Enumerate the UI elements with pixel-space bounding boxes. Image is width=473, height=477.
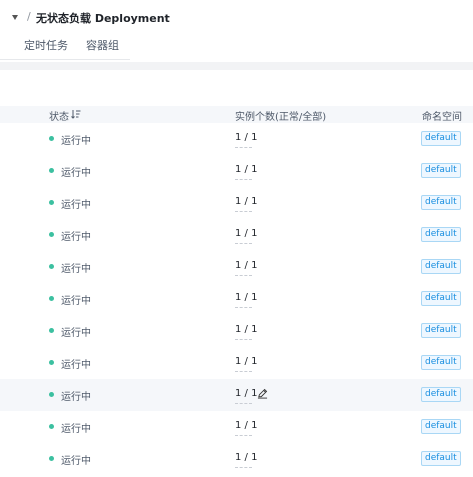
pencil-edit-icon[interactable] [257,388,268,399]
status-text: 运行中 [61,136,91,147]
status-dot [49,360,54,365]
status-dot [49,264,54,269]
status-dot [49,136,54,141]
table-header: 状态 实例个数(正常/全部) 命名空间 [0,106,473,123]
instance-count: 1 / 1 [235,452,258,463]
namespace-tag[interactable]: default [421,227,461,242]
status-text: 运行中 [61,200,91,211]
namespace-tag[interactable]: default [421,419,461,434]
table-row[interactable]: 运行中 1 / 1 default [0,251,473,283]
instance-underline [235,467,252,468]
namespace-tag[interactable]: default [421,291,461,306]
table-row-hovered[interactable]: 运行中 1 / 1 default [0,379,473,411]
page-title: 无状态负载 Deployment [36,12,170,25]
column-header-instances: 实例个数(正常/全部) [235,112,327,123]
instance-count: 1 / 1 [235,388,258,399]
table-row[interactable]: 运行中 1 / 1 default [0,347,473,379]
instance-underline [235,147,252,148]
status-text: 运行中 [61,360,91,371]
instance-count: 1 / 1 [235,324,258,335]
instance-count: 1 / 1 [235,260,258,271]
table-row[interactable]: 运行中 1 / 1 default [0,187,473,219]
status-text: 运行中 [61,296,91,307]
namespace-tag[interactable]: default [421,163,461,178]
status-dot [49,168,54,173]
page-header: / 无状态负载 Deployment 定时任务 容器组 [0,0,473,60]
status-text: 运行中 [61,392,91,403]
namespace-tag[interactable]: default [421,387,461,402]
table-row[interactable]: 运行中 1 / 1 default [0,155,473,187]
table-body: 运行中 1 / 1 default 运行中 1 / 1 default 运行中 … [0,123,473,475]
toolbar-area [0,70,473,106]
namespace-tag[interactable]: default [421,131,461,146]
status-dot [49,296,54,301]
status-dot [49,424,54,429]
instance-count: 1 / 1 [235,164,258,175]
status-text: 运行中 [61,456,91,467]
breadcrumb-separator: / [27,10,31,23]
instance-underline [235,403,252,404]
status-dot [49,200,54,205]
section-separator [0,62,473,70]
sort-icon[interactable] [71,109,81,119]
caret-down-icon[interactable] [12,15,18,20]
table-row[interactable]: 运行中 1 / 1 default [0,315,473,347]
instance-underline [235,307,252,308]
status-text: 运行中 [61,168,91,179]
instance-underline [235,211,252,212]
instance-underline [235,179,252,180]
status-text: 运行中 [61,232,91,243]
instance-underline [235,243,252,244]
status-text: 运行中 [61,424,91,435]
instance-underline [235,435,252,436]
instance-count: 1 / 1 [235,228,258,239]
instance-count: 1 / 1 [235,356,258,367]
instance-count: 1 / 1 [235,196,258,207]
instance-count: 1 / 1 [235,292,258,303]
namespace-tag[interactable]: default [421,451,461,466]
table-row[interactable]: 运行中 1 / 1 default [0,123,473,155]
instance-underline [235,339,252,340]
status-text: 运行中 [61,264,91,275]
status-text: 运行中 [61,328,91,339]
instance-underline [235,371,252,372]
table-row[interactable]: 运行中 1 / 1 default [0,219,473,251]
table-row[interactable]: 运行中 1 / 1 default [0,283,473,315]
status-dot [49,456,54,461]
column-header-namespace: 命名空间 [422,112,462,123]
column-header-status[interactable]: 状态 [49,108,69,123]
instance-count: 1 / 1 [235,420,258,431]
namespace-tag[interactable]: default [421,259,461,274]
tab-cronjob[interactable]: 定时任务 [24,37,68,53]
status-dot [49,392,54,397]
namespace-tag[interactable]: default [421,195,461,210]
namespace-tag[interactable]: default [421,323,461,338]
status-dot [49,328,54,333]
table-row[interactable]: 运行中 1 / 1 default [0,411,473,443]
tab-pods[interactable]: 容器组 [86,37,119,53]
instance-underline [235,275,252,276]
namespace-tag[interactable]: default [421,355,461,370]
status-dot [49,232,54,237]
tab-divider [0,59,130,60]
table-row[interactable]: 运行中 1 / 1 default [0,443,473,475]
tab-bar: 定时任务 容器组 [0,37,473,61]
instance-count: 1 / 1 [235,132,258,143]
